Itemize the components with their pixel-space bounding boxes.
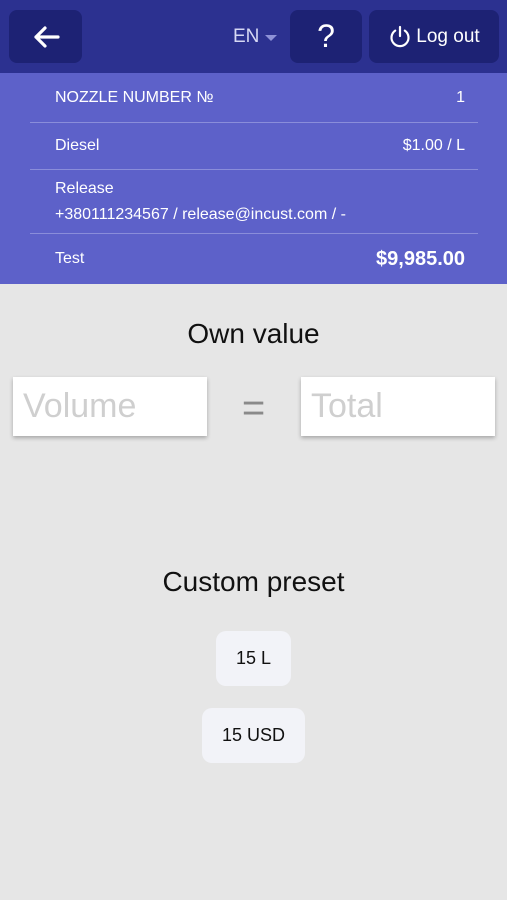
customer-contact: +380111234567 / release@incust.com / -: [55, 206, 346, 223]
account-name: Test: [55, 250, 85, 267]
language-label: EN: [233, 26, 260, 47]
nozzle-value: 1: [456, 88, 465, 106]
power-icon: [390, 25, 410, 47]
preset-label: 15 L: [235, 648, 272, 668]
language-selector[interactable]: EN: [233, 26, 278, 48]
account-balance: $9,985.00: [376, 247, 465, 270]
fuel-name: Diesel: [55, 137, 100, 154]
back-button[interactable]: [9, 10, 82, 63]
help-label: ?: [317, 18, 335, 54]
caret-down-icon: [265, 35, 278, 41]
top-bar: EN ? Log out: [0, 0, 507, 73]
arrow-left-icon: [33, 25, 60, 48]
fuel-row: Diesel $1.00 / L: [30, 123, 478, 170]
transaction-info-panel: NOZZLE NUMBER № 1 Diesel $1.00 / L Relea…: [0, 73, 507, 284]
customer-name: Release: [55, 180, 114, 197]
preset-label: 15 USD: [221, 725, 286, 745]
logout-button[interactable]: Log out: [369, 10, 499, 63]
total-input[interactable]: [301, 377, 495, 436]
preset-15-l-button[interactable]: 15 L: [216, 631, 291, 686]
own-value-title: Own value: [187, 318, 320, 349]
nozzle-label: NOZZLE NUMBER №: [55, 88, 214, 106]
logout-label: Log out: [416, 25, 480, 47]
help-button[interactable]: ?: [290, 10, 362, 63]
account-row: Test $9,985.00: [30, 234, 478, 284]
customer-row: Release +380111234567 / release@incust.c…: [30, 170, 478, 234]
nozzle-row: NOZZLE NUMBER № 1: [30, 73, 478, 123]
custom-preset-title: Custom preset: [162, 566, 345, 597]
fuel-price: $1.00 / L: [402, 137, 465, 154]
equals-sign: =: [241, 386, 266, 430]
volume-input[interactable]: [13, 377, 207, 436]
preset-15-usd-button[interactable]: 15 USD: [202, 708, 305, 763]
